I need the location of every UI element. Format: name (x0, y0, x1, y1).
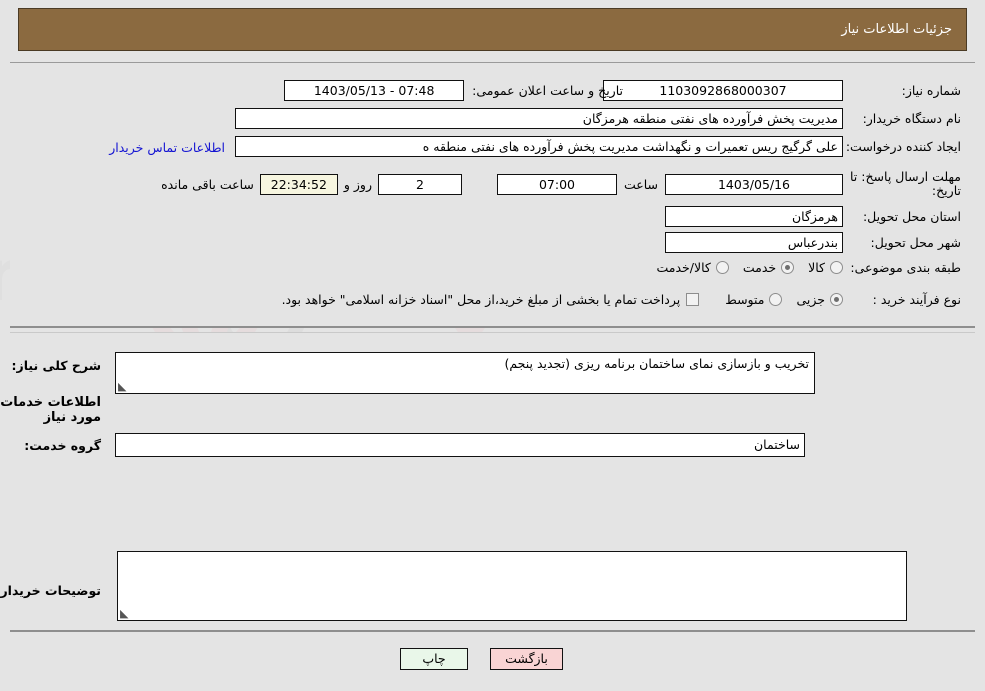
public-announce-label: تاریخ و ساعت اعلان عمومی: (472, 83, 623, 98)
deadline-countdown-field: 22:34:52 (259, 173, 338, 195)
row-need-number: شماره نیاز: 1103092868000307 (603, 80, 961, 101)
window-title-bar: جزئیات اطلاعات نیاز (18, 8, 967, 51)
row-public-announce: تاریخ و ساعت اعلان عمومی: 07:48 - 1403/0… (284, 80, 623, 101)
radio-purchase-jozi[interactable] (830, 293, 843, 306)
deadline-label: مهلت ارسال پاسخ: تا تاریخ: (850, 169, 961, 198)
radio-category-kala[interactable] (830, 261, 843, 274)
back-button[interactable]: بازگشت (490, 648, 563, 670)
province-label: استان محل تحویل: (862, 209, 961, 224)
row-deadline: مهلت ارسال پاسخ: تا تاریخ: 1403/05/16 سا… (161, 170, 961, 198)
deadline-countdown-label: ساعت باقی مانده (161, 176, 254, 192)
category-label: طبقه بندی موضوعی: (850, 260, 961, 275)
buyer-comments-label: توضیحات خریدار: (0, 583, 101, 598)
row-purchase-type: نوع فرآیند خرید : جزیی متوسط پرداخت تمام… (282, 292, 961, 307)
deadline-time-label: ساعت (623, 176, 658, 192)
city-field: بندرعباس (665, 232, 843, 253)
radio-label-kala-khedmat: کالا/خدمت (656, 260, 711, 275)
buyer-org-field: مدیریت پخش فرآورده های نفتی منطقه هرمزگا… (235, 108, 843, 129)
row-buyer-org: نام دستگاه خریدار: مدیریت پخش فرآورده ها… (235, 108, 961, 129)
resize-grip-icon-2[interactable]: ◢ (120, 607, 128, 620)
buyer-contact-link[interactable]: اطلاعات تماس خریدار (109, 140, 225, 155)
need-summary-textarea[interactable]: تخریب و بازسازی نمای ساختمان برنامه ریزی… (115, 352, 815, 394)
treasury-note-text: پرداخت تمام یا بخشی از مبلغ خرید،از محل … (281, 292, 681, 307)
row-category: طبقه بندی موضوعی: کالا خدمت کالا/خدمت (642, 260, 961, 275)
service-group-label: گروه خدمت: (24, 438, 101, 453)
need-summary-label: شرح کلی نیاز: (11, 358, 101, 373)
deadline-days-label: روز و (343, 176, 372, 192)
request-creator-field: علی گرگیج ریس تعمیرات و نگهداشت مدیریت پ… (235, 136, 843, 157)
buyer-org-label: نام دستگاه خریدار: (862, 111, 961, 126)
need-number-field: 1103092868000307 (603, 80, 843, 101)
radio-label-kala: کالا (808, 260, 825, 275)
page-root: AnaTender.net جزئیات اطلاعات نیاز شماره … (0, 0, 985, 691)
service-group-field: ساختمان (115, 433, 805, 457)
deadline-time-field: 07:00 (496, 173, 617, 195)
row-province: استان محل تحویل: هرمزگان (665, 206, 961, 227)
treasury-note-checkbox[interactable] (686, 293, 700, 306)
row-city: شهر محل تحویل: بندرعباس (665, 232, 961, 253)
services-heading: اطلاعات خدمات مورد نیاز (0, 395, 101, 425)
radio-category-kala-khedmat[interactable] (715, 261, 729, 274)
request-creator-label: ایجاد کننده درخواست: (845, 139, 961, 154)
province-field: هرمزگان (665, 206, 843, 227)
radio-label-motavaset: متوسط (725, 292, 765, 307)
purchase-type-label: نوع فرآیند خرید : (872, 292, 961, 307)
need-summary-value: تخریب و بازسازی نمای ساختمان برنامه ریزی… (504, 356, 809, 371)
need-number-label: شماره نیاز: (901, 83, 961, 98)
radio-label-khedmat: خدمت (742, 260, 777, 275)
resize-grip-icon[interactable]: ◢ (118, 380, 126, 393)
deadline-days-field: 2 (377, 173, 462, 195)
row-request-creator: ایجاد کننده درخواست: علی گرگیج ریس تعمیر… (235, 136, 961, 157)
page-title: جزئیات اطلاعات نیاز (841, 22, 952, 37)
buyer-comments-textarea[interactable]: ◢ (117, 551, 907, 621)
radio-category-khedmat[interactable] (781, 261, 795, 274)
print-button[interactable]: چاپ (400, 648, 468, 670)
radio-label-jozi: جزیی (796, 292, 825, 307)
deadline-date-field: 1403/05/16 (665, 173, 843, 195)
radio-purchase-motavaset[interactable] (769, 293, 783, 306)
public-announce-field: 07:48 - 1403/05/13 (284, 80, 465, 101)
city-label: شهر محل تحویل: (870, 235, 961, 250)
